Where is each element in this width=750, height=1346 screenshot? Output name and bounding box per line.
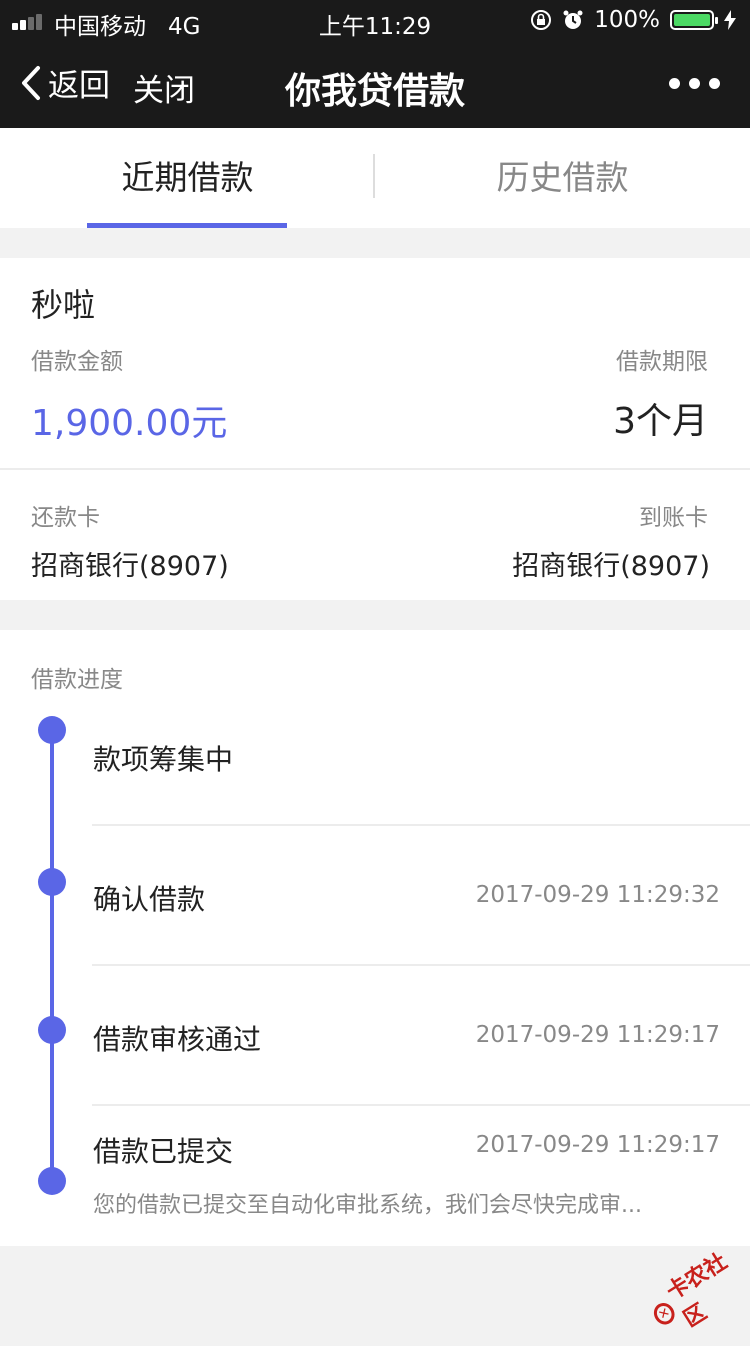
tab-recent-loans[interactable]: 近期借款: [0, 128, 375, 228]
charging-icon: [724, 10, 736, 30]
timeline-dot: [38, 868, 66, 896]
step-title: 借款审核通过: [93, 1023, 262, 1056]
page-title: 你我贷借款: [284, 71, 465, 112]
nav-bar: 返回 关闭 你我贷借款: [0, 40, 750, 128]
status-bar: 中国移动 4G 上午11:29 100%: [0, 0, 750, 40]
step-title: 确认借款: [93, 883, 206, 916]
step-time: 2017-09-29 11:29:32: [475, 882, 720, 908]
divider: [0, 468, 750, 470]
battery-percent: 100%: [594, 7, 660, 33]
loan-term: 3个月: [613, 401, 708, 442]
repay-card-value: 招商银行(8907): [31, 551, 229, 582]
tab-history-loans[interactable]: 历史借款: [375, 128, 750, 228]
alarm-icon: [563, 10, 583, 29]
watermark-logo: ✕ 卡农社区: [639, 1238, 750, 1346]
step-divider: [92, 964, 750, 966]
tab-bar: 近期借款 历史借款: [0, 128, 750, 228]
timeline-dot: [38, 716, 66, 744]
receive-card-value: 招商银行(8907): [512, 551, 710, 582]
loan-amount: 1,900.00元: [31, 403, 228, 444]
timeline-dot: [38, 1167, 66, 1195]
loan-card: 秒啦 借款金额 借款期限 1,900.00元 3个月 还款卡 到账卡 招商银行(…: [0, 258, 750, 600]
progress-title: 借款进度: [31, 667, 123, 693]
progress-card: 借款进度 款项筹集中 确认借款 2017-09-29 11:29:32 借款审核…: [0, 630, 750, 1246]
amount-label: 借款金额: [31, 349, 123, 375]
rotation-lock-icon: [531, 10, 552, 30]
top-bar: 中国移动 4G 上午11:29 100% 返回 关闭 你我贷借款: [0, 0, 750, 128]
repay-card-label: 还款卡: [31, 505, 100, 531]
more-icon[interactable]: [669, 78, 720, 89]
step-divider: [92, 824, 750, 826]
step-title: 借款已提交: [93, 1135, 234, 1168]
step-time: 2017-09-29 11:29:17: [475, 1132, 720, 1158]
step-title: 款项筹集中: [93, 743, 234, 776]
battery-icon: [670, 10, 718, 30]
timeline-rail: [50, 730, 54, 1182]
step-description: 您的借款已提交至自动化审批系统，我们会尽快完成审...: [93, 1193, 642, 1218]
receive-card-label: 到账卡: [639, 505, 708, 531]
step-time: 2017-09-29 11:29:17: [475, 1022, 720, 1048]
loan-product-name: 秒啦: [31, 286, 96, 324]
step-divider: [92, 1104, 750, 1106]
term-label: 借款期限: [616, 349, 708, 375]
timeline-dot: [38, 1016, 66, 1044]
active-tab-indicator: [87, 223, 287, 228]
status-right: 100%: [530, 7, 736, 33]
